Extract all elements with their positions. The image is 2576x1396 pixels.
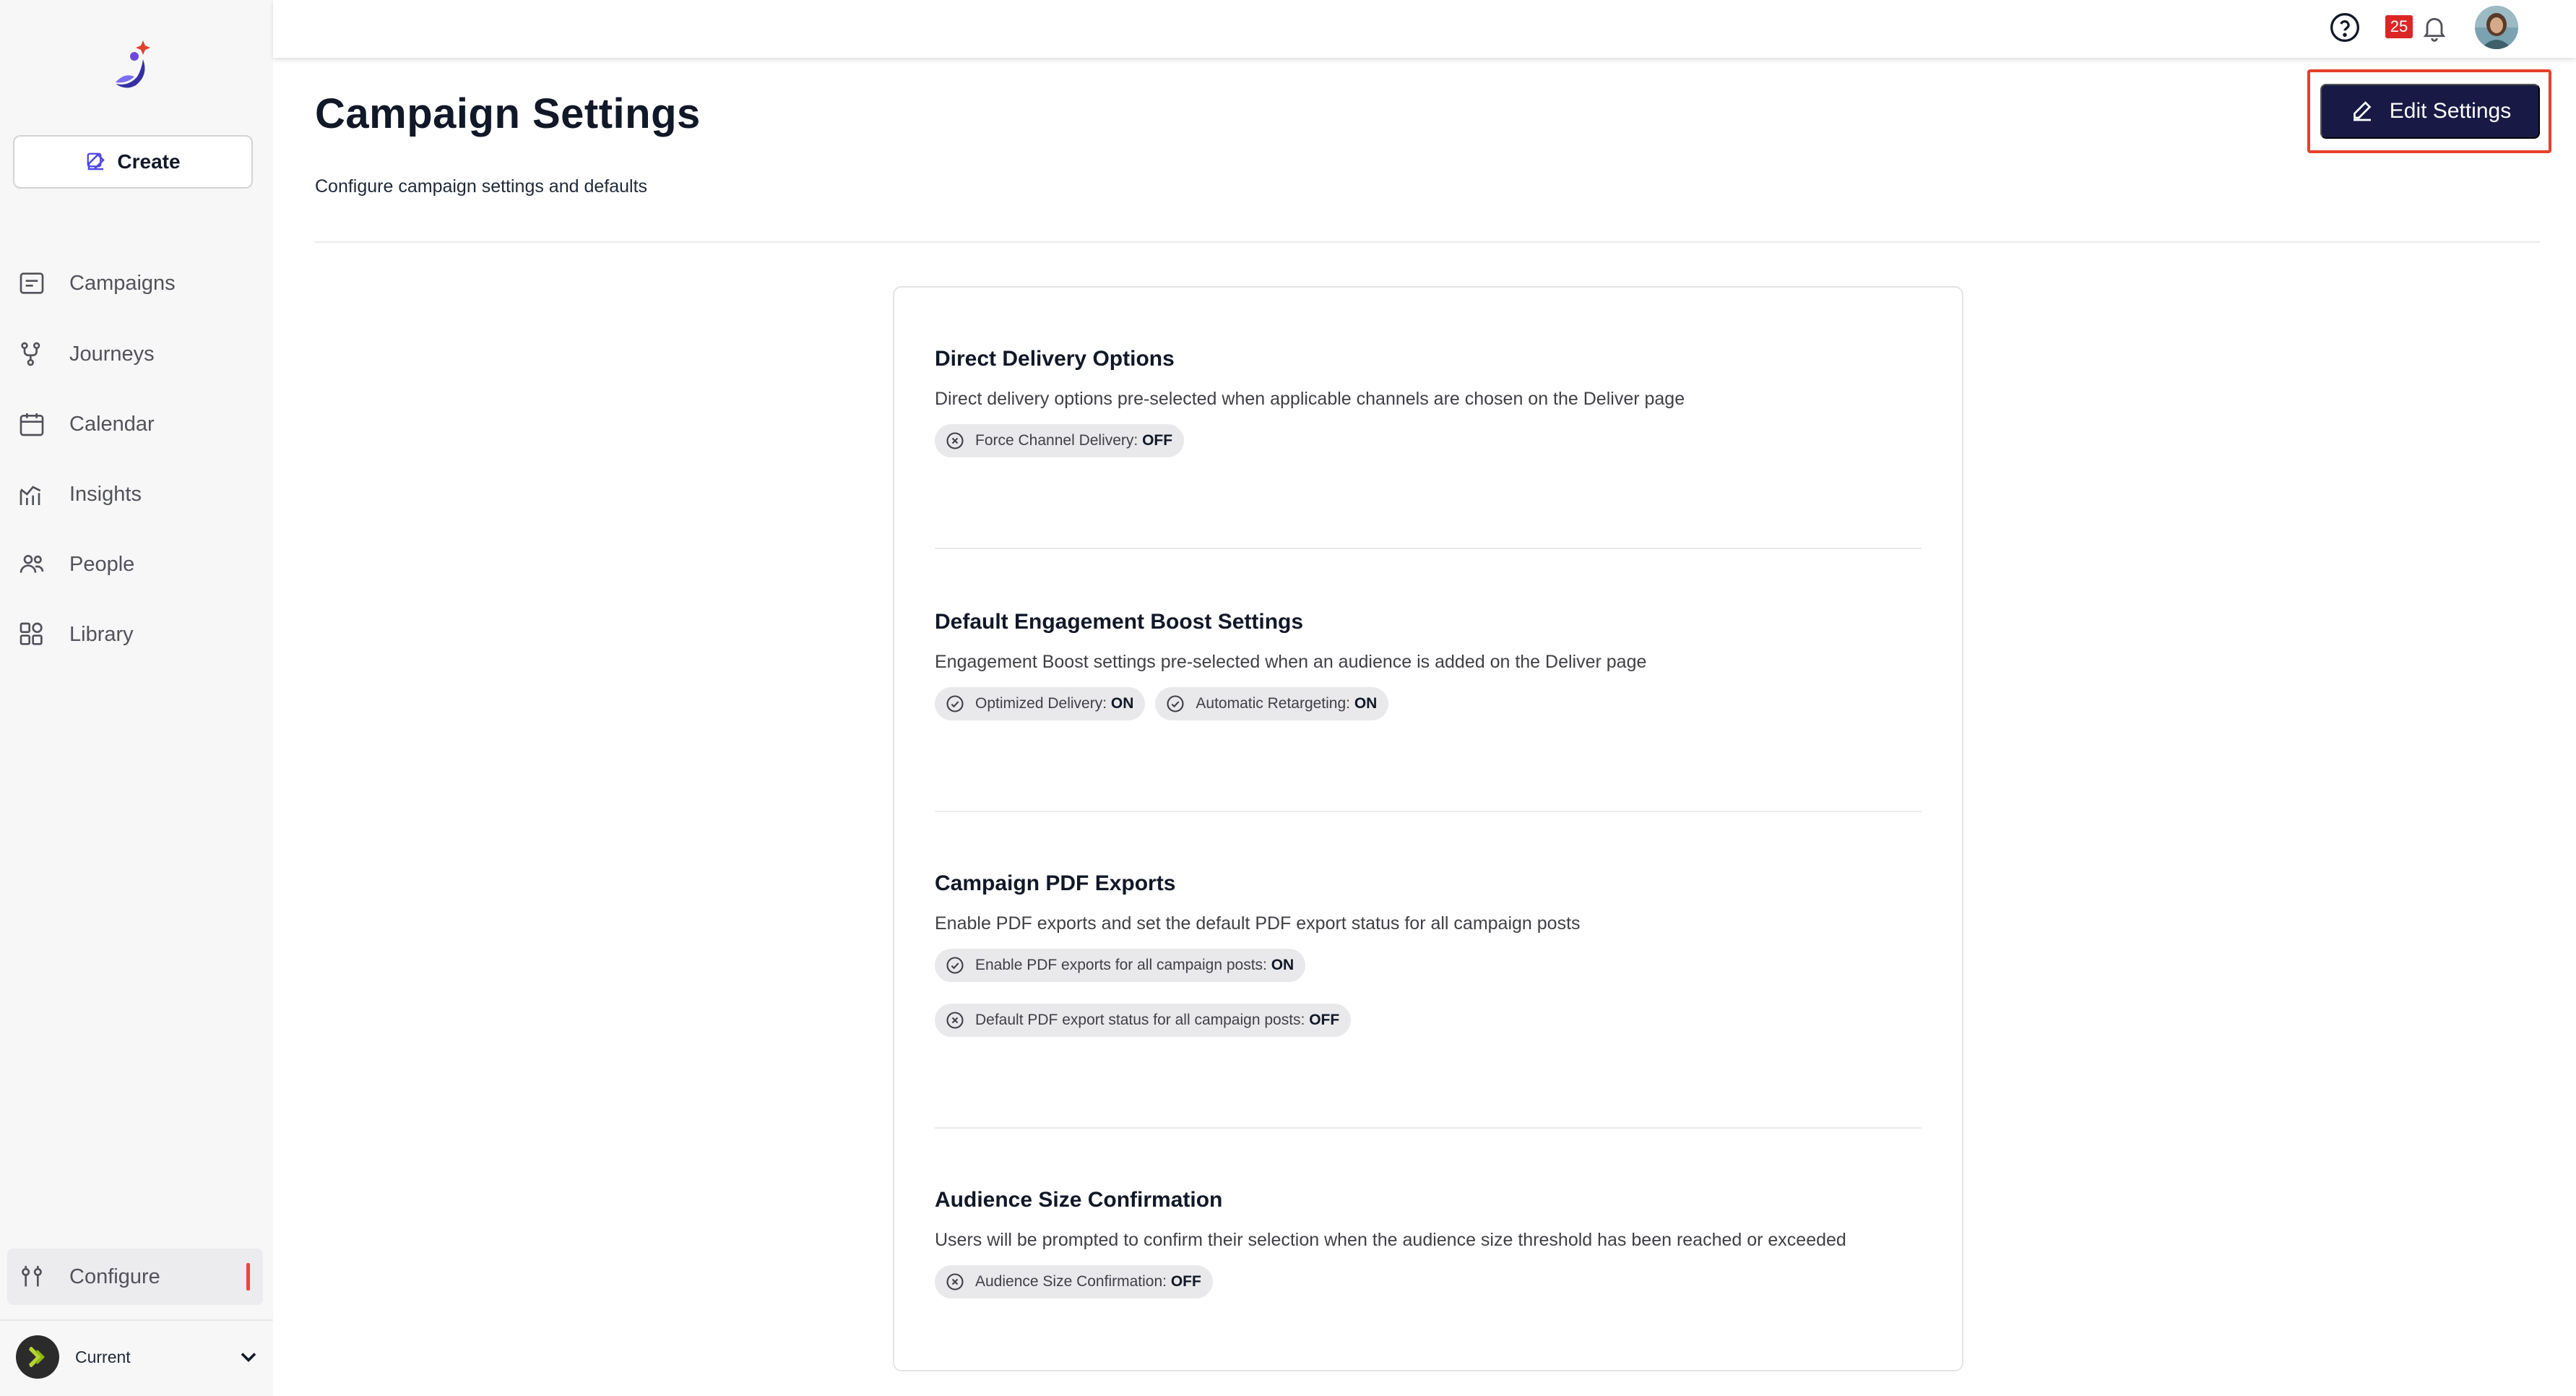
setting-chip-force-channel-delivery: Force Channel Delivery: OFF — [935, 424, 1185, 457]
check-circle-icon — [946, 957, 964, 974]
section-title: Campaign PDF Exports — [935, 871, 1176, 895]
chip-label: Enable PDF exports for all campaign post… — [975, 957, 1271, 973]
chip-label: Force Channel Delivery: — [975, 432, 1143, 449]
section-direct-delivery: Direct Delivery Options Direct delivery … — [935, 347, 1924, 457]
section-engagement-boost: Default Engagement Boost Settings Engage… — [935, 610, 1924, 720]
create-button-label: Create — [117, 150, 181, 173]
people-icon — [20, 555, 44, 573]
sidebar-item-label: People — [69, 552, 135, 576]
chip-state: OFF — [1142, 432, 1173, 449]
sidebar-item-insights[interactable]: Insights — [13, 465, 263, 523]
chip-label: Optimized Delivery: — [975, 695, 1111, 712]
workspace-switcher[interactable]: Current — [16, 1334, 262, 1380]
sidebar-item-configure[interactable]: Configure — [7, 1249, 263, 1305]
edit-square-icon — [87, 152, 105, 171]
x-circle-icon — [946, 432, 964, 449]
sidebar-item-label: Library — [69, 622, 134, 646]
sidebar-item-people[interactable]: People — [13, 535, 263, 593]
sidebar-item-label: Calendar — [69, 412, 155, 436]
insights-icon — [20, 486, 41, 505]
setting-chip-audience-size-confirmation: Audience Size Confirmation: OFF — [935, 1265, 1213, 1298]
check-circle-icon — [946, 695, 964, 712]
bell-icon[interactable] — [2420, 12, 2449, 43]
sidebar-item-journeys[interactable]: Journeys — [13, 325, 263, 383]
section-description: Users will be prompted to confirm their … — [935, 1230, 1846, 1250]
journeys-icon — [21, 342, 40, 366]
sidebar-item-label: Campaigns — [69, 271, 176, 295]
setting-chip-default-pdf-export-status: Default PDF export status for all campai… — [935, 1004, 1352, 1037]
calendar-icon — [20, 413, 44, 436]
app-logo[interactable] — [105, 35, 163, 92]
top-bar — [273, 0, 2576, 58]
setting-chip-automatic-retargeting: Automatic Retargeting: ON — [1155, 687, 1389, 720]
sidebar-item-label: Insights — [69, 482, 142, 506]
workspace-avatar — [16, 1335, 59, 1379]
section-description: Engagement Boost settings pre-selected w… — [935, 652, 1647, 672]
sidebar-item-label: Journeys — [69, 342, 155, 366]
create-button[interactable]: Create — [13, 135, 253, 189]
section-description: Enable PDF exports and set the default P… — [935, 913, 1581, 934]
setting-chip-optimized-delivery: Optimized Delivery: ON — [935, 687, 1146, 720]
sliders-icon — [22, 1266, 42, 1287]
section-divider — [935, 1127, 1922, 1129]
pencil-icon — [2353, 101, 2372, 121]
chip-state: ON — [1271, 957, 1295, 973]
settings-card: Direct Delivery Options Direct delivery … — [893, 286, 1963, 1371]
campaigns-icon — [20, 272, 44, 294]
x-circle-icon — [946, 1273, 964, 1291]
active-indicator — [246, 1263, 250, 1291]
check-circle-icon — [1167, 695, 1184, 712]
x-circle-icon — [946, 1012, 964, 1029]
workspace-label: Current — [75, 1347, 131, 1366]
section-title: Direct Delivery Options — [935, 347, 1175, 371]
section-title: Default Engagement Boost Settings — [935, 610, 1304, 634]
section-title: Audience Size Confirmation — [935, 1188, 1223, 1212]
chip-label: Automatic Retargeting: — [1196, 695, 1354, 712]
chip-state: ON — [1110, 695, 1134, 712]
page-subtitle: Configure campaign settings and defaults — [315, 176, 648, 197]
chip-state: ON — [1354, 695, 1378, 712]
sidebar-item-label: Configure — [69, 1264, 160, 1288]
library-icon — [20, 622, 43, 645]
app-root: Create Campaigns Journeys Calendar Insig… — [0, 0, 2576, 1396]
page-title: Campaign Settings — [315, 90, 701, 137]
edit-settings-label: Edit Settings — [2389, 99, 2512, 123]
chip-label: Audience Size Confirmation: — [975, 1273, 1171, 1290]
setting-chip-enable-pdf-exports: Enable PDF exports for all campaign post… — [935, 949, 1306, 982]
help-icon[interactable] — [2329, 12, 2361, 43]
header-divider — [315, 241, 2540, 243]
section-pdf-exports: Campaign PDF Exports Enable PDF exports … — [935, 871, 1924, 1037]
sidebar-divider — [0, 1319, 273, 1321]
chevron-down-icon — [241, 1353, 256, 1363]
user-avatar[interactable] — [2475, 6, 2518, 49]
section-divider — [935, 811, 1922, 812]
chip-state: OFF — [1170, 1273, 1201, 1290]
sidebar-item-campaigns[interactable]: Campaigns — [13, 254, 263, 312]
section-divider — [935, 548, 1922, 549]
edit-settings-button[interactable]: Edit Settings — [2320, 84, 2540, 139]
chip-state: OFF — [1309, 1012, 1340, 1028]
sidebar-item-library[interactable]: Library — [13, 606, 263, 663]
sidebar: Create Campaigns Journeys Calendar Insig… — [0, 0, 273, 1396]
chip-label: Default PDF export status for all campai… — [975, 1012, 1310, 1028]
notification-badge[interactable]: 25 — [2385, 15, 2413, 38]
sidebar-item-calendar[interactable]: Calendar — [13, 395, 263, 453]
section-audience-size: Audience Size Confirmation Users will be… — [935, 1188, 1924, 1298]
section-description: Direct delivery options pre-selected whe… — [935, 389, 1685, 409]
